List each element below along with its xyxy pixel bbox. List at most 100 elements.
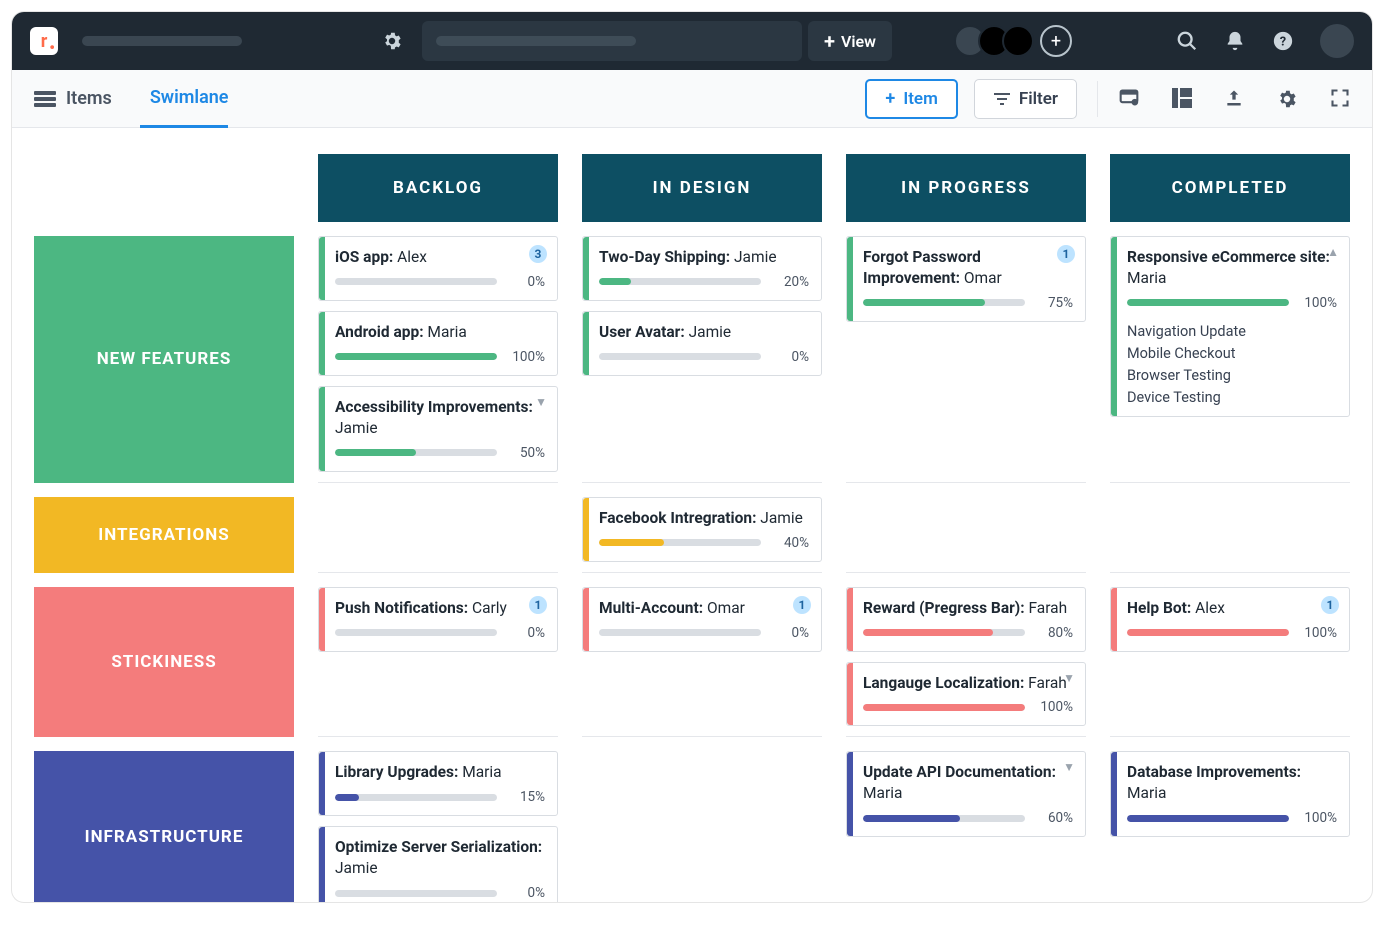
search-icon[interactable] <box>1176 30 1198 52</box>
card[interactable]: Two-Day Shipping: Jamie20% <box>582 236 822 301</box>
card[interactable]: Optimize Server Serialization: Jamie 0% <box>318 826 558 902</box>
progress-pct: 80% <box>1035 625 1073 641</box>
cell[interactable] <box>846 497 1086 573</box>
cell[interactable]: Library Upgrades: Maria15% Optimize Serve… <box>318 751 558 902</box>
progress-row: 0% <box>335 885 545 901</box>
progress-pct: 0% <box>507 274 545 290</box>
progress-pct: 0% <box>507 625 545 641</box>
cell[interactable]: Help Bot: Alex100%1 <box>1110 587 1350 738</box>
card[interactable]: Library Upgrades: Maria15% <box>318 751 558 816</box>
card[interactable]: Langauge Localization: Farah100%▼ <box>846 662 1086 727</box>
card-title: Forgot Password Improvement: Omar <box>863 247 1073 289</box>
chevron-down-icon[interactable]: ▼ <box>1063 760 1075 774</box>
cell[interactable]: Two-Day Shipping: Jamie20% User Avatar: J… <box>582 236 822 483</box>
progress-row: 0% <box>599 625 809 641</box>
cell[interactable]: Update API Documentation: Maria 60% ▼ <box>846 751 1086 902</box>
progress-row: 15% <box>335 789 545 805</box>
progress-pct: 100% <box>1035 699 1073 715</box>
progress-pct: 40% <box>771 535 809 551</box>
progress-row: 0% <box>599 349 809 365</box>
fullscreen-icon[interactable] <box>1330 88 1350 110</box>
card[interactable]: iOS app: Alex0%3 <box>318 236 558 301</box>
count-badge: 1 <box>1321 596 1339 614</box>
help-icon[interactable]: ? <box>1272 30 1294 52</box>
progress-row: 60% <box>863 810 1073 826</box>
gear-icon[interactable] <box>1276 88 1298 110</box>
progress-bar <box>863 299 1025 306</box>
cell[interactable]: Forgot Password Improvement: Omar75%1 <box>846 236 1086 483</box>
cell[interactable]: Push Notifications: Carly0%1 <box>318 587 558 738</box>
avatar-stack[interactable]: + <box>954 25 1072 57</box>
card-stripe <box>847 588 853 651</box>
profile-avatar[interactable] <box>1320 24 1354 58</box>
settings-gear-icon[interactable] <box>374 23 410 59</box>
card-title: Push Notifications: Carly <box>335 598 545 619</box>
export-icon[interactable] <box>1224 88 1244 110</box>
chevron-up-icon[interactable]: ▲ <box>1327 245 1339 259</box>
row-header-new-features: NEW FEATURES <box>34 236 294 483</box>
cell[interactable]: Facebook Intregration: Jamie 40% <box>582 497 822 573</box>
cell[interactable]: Responsive eCommerce site: Maria100%Navi… <box>1110 236 1350 483</box>
sub-item[interactable]: Mobile Checkout <box>1127 345 1337 362</box>
progress-bar <box>335 353 497 360</box>
card[interactable]: User Avatar: Jamie0% <box>582 311 822 376</box>
tab-label: Swimlane <box>150 87 229 108</box>
filter-icon <box>993 92 1011 106</box>
layout-icon[interactable] <box>1172 88 1192 110</box>
sub-item[interactable]: Device Testing <box>1127 389 1337 406</box>
card[interactable]: Update API Documentation: Maria 60% ▼ <box>846 751 1086 837</box>
card-title: Android app: Maria <box>335 322 545 343</box>
link-view-icon[interactable] <box>1118 88 1140 110</box>
card[interactable]: Facebook Intregration: Jamie 40% <box>582 497 822 562</box>
card-title: Update API Documentation: Maria <box>863 762 1073 804</box>
card-stripe <box>1111 237 1117 416</box>
row-header-stickiness: STICKINESS <box>34 587 294 738</box>
progress-bar <box>599 353 761 360</box>
card[interactable]: Android app: Maria 100% <box>318 311 558 376</box>
chevron-down-icon[interactable]: ▼ <box>535 395 547 409</box>
tab-swimlane[interactable]: Swimlane <box>140 70 229 128</box>
sub-item[interactable]: Navigation Update <box>1127 323 1337 340</box>
card[interactable]: Forgot Password Improvement: Omar75%1 <box>846 236 1086 322</box>
progress-pct: 0% <box>771 625 809 641</box>
breadcrumb-pill[interactable] <box>422 21 802 61</box>
add-view-button[interactable]: + View <box>808 21 892 61</box>
card[interactable]: Help Bot: Alex100%1 <box>1110 587 1350 652</box>
cell[interactable] <box>318 497 558 573</box>
tab-items[interactable]: Items <box>34 70 112 128</box>
column-header: IN PROGRESS <box>846 154 1086 222</box>
card-title: Help Bot: Alex <box>1127 598 1337 619</box>
card[interactable]: Responsive eCommerce site: Maria100%Navi… <box>1110 236 1350 417</box>
cell[interactable]: Reward (Pregress Bar): Farah80%Langauge … <box>846 587 1086 738</box>
cell[interactable]: Multi-Account: Omar0%1 <box>582 587 822 738</box>
progress-bar <box>335 794 497 801</box>
card-stripe <box>319 312 325 375</box>
progress-bar <box>863 815 1025 822</box>
avatar[interactable] <box>1002 25 1034 57</box>
card-title: Facebook Intregration: Jamie <box>599 508 809 529</box>
cell[interactable] <box>582 751 822 902</box>
cell[interactable]: iOS app: Alex0%3 Android app: Maria 100% Ac… <box>318 236 558 483</box>
card-title: Optimize Server Serialization: Jamie <box>335 837 545 879</box>
tool-icons <box>1118 88 1350 110</box>
cell[interactable]: Database Improvements: Maria100% <box>1110 751 1350 902</box>
progress-pct: 100% <box>507 349 545 365</box>
view-tabs: Items Swimlane + Item Filter <box>12 70 1372 128</box>
card[interactable]: Accessibility Improvements: Jamie50%▼ <box>318 386 558 472</box>
card[interactable]: Reward (Pregress Bar): Farah80% <box>846 587 1086 652</box>
add-item-button[interactable]: + Item <box>865 79 957 119</box>
add-avatar-button[interactable]: + <box>1040 25 1072 57</box>
card[interactable]: Push Notifications: Carly0%1 <box>318 587 558 652</box>
cell[interactable] <box>1110 497 1350 573</box>
column-header: IN DESIGN <box>582 154 822 222</box>
card-title: Two-Day Shipping: Jamie <box>599 247 809 268</box>
sub-item[interactable]: Browser Testing <box>1127 367 1337 384</box>
filter-button[interactable]: Filter <box>974 79 1077 119</box>
progress-bar <box>335 278 497 285</box>
logo[interactable]: r <box>30 27 58 55</box>
chevron-down-icon[interactable]: ▼ <box>1063 671 1075 685</box>
topbar-right: ? <box>1176 24 1354 58</box>
card[interactable]: Multi-Account: Omar0%1 <box>582 587 822 652</box>
card[interactable]: Database Improvements: Maria100% <box>1110 751 1350 837</box>
bell-icon[interactable] <box>1224 30 1246 52</box>
